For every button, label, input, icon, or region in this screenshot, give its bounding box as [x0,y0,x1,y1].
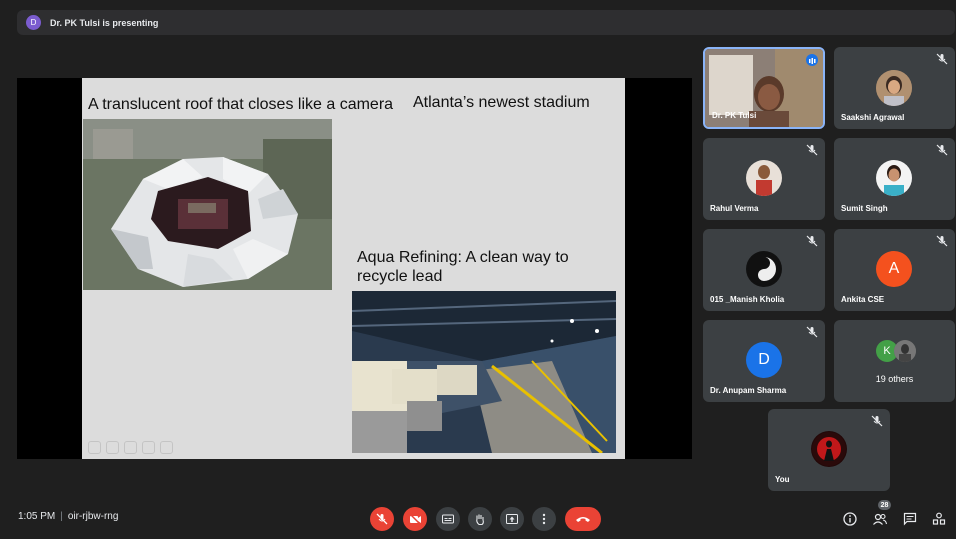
more-options-button[interactable] [532,507,556,531]
participant-name: 015 _Manish Kholia [710,295,785,304]
participant-name: You [775,475,790,484]
slide-caption-stadium: Atlanta’s newest stadium [413,94,590,111]
stadium-photo [83,119,332,290]
participant-name: Saakshi Agrawal [841,113,905,122]
mic-toggle-button[interactable] [370,507,394,531]
mic-off-icon [376,513,388,525]
meeting-time: 1:05 PM [18,511,56,522]
captions-button[interactable] [436,507,460,531]
others-count: 19 others [875,374,914,384]
activities-icon [932,512,946,525]
camera-toggle-button[interactable] [403,507,427,531]
mic-off-icon [805,143,819,157]
end-call-button[interactable] [565,507,601,531]
raise-hand-button[interactable] [468,507,492,531]
camera-off-icon [408,512,422,526]
present-icon [506,514,518,524]
meeting-controls-bar: 1:05 PM | oir-rjbw-rng [0,500,956,539]
participant-tile-saakshi[interactable]: Saakshi Agrawal [834,47,955,129]
participant-tile-sumit[interactable]: Sumit Singh [834,138,955,220]
slide-caption-roof: A translucent roof that closes like a ca… [88,96,394,113]
presentation-slide: A translucent roof that closes like a ca… [82,78,625,459]
meeting-details-button[interactable] [840,509,860,529]
mic-off-icon [935,234,949,248]
captions-icon [442,514,454,524]
avatar: D [746,342,782,378]
mic-off-icon [805,234,819,248]
factory-photo [352,291,616,453]
slide-nav-controls [88,441,173,454]
avatar [876,160,912,196]
chat-icon [903,512,917,526]
participant-tile-ankita[interactable]: A Ankita CSE [834,229,955,311]
mic-off-icon [870,414,884,428]
slide-caption-aqua: Aqua Refining: A clean way to recycle le… [357,249,569,286]
presenting-banner[interactable]: D Dr. PK Tulsi is presenting [17,10,955,35]
end-call-icon [576,517,590,522]
participant-tile-anupam[interactable]: D Dr. Anupam Sharma [703,320,825,402]
meeting-code: oir-rjbw-rng [67,511,119,522]
people-count-badge: 28 [878,500,891,510]
raise-hand-icon [476,514,484,526]
avatar [876,70,912,106]
participant-name: Rahul Verma [710,204,759,213]
info-icon [843,512,857,526]
participant-name: Dr. Anupam Sharma [710,386,787,395]
participant-tile-manish[interactable]: 015 _Manish Kholia [703,229,825,311]
mic-off-icon [805,325,819,339]
presenting-text: Dr. PK Tulsi is presenting [50,17,159,28]
participant-tile-rahul[interactable]: Rahul Verma [703,138,825,220]
people-button[interactable] [870,509,890,529]
yin-yang-avatar [746,251,782,287]
activities-button[interactable] [929,509,949,529]
more-options-icon [542,513,546,525]
avatar [746,160,782,196]
presenter-avatar: D [26,15,41,30]
participant-name: Dr. PK Tulsi [712,111,757,120]
participant-tile-pk-tulsi[interactable]: Dr. PK Tulsi [703,47,825,129]
mic-off-icon [935,52,949,66]
avatar: A [876,251,912,287]
avatar [811,431,847,467]
avatar [894,340,916,362]
present-now-button[interactable] [500,507,524,531]
others-tile[interactable]: K 19 others [834,320,955,402]
self-tile[interactable]: You [768,409,890,491]
participant-name: Ankita CSE [841,295,885,304]
meeting-info: 1:05 PM | oir-rjbw-rng [18,511,119,522]
participant-name: Sumit Singh [841,204,888,213]
people-icon [873,513,888,525]
chat-button[interactable] [900,509,920,529]
mic-off-icon [935,143,949,157]
speaking-indicator-icon [806,54,818,66]
